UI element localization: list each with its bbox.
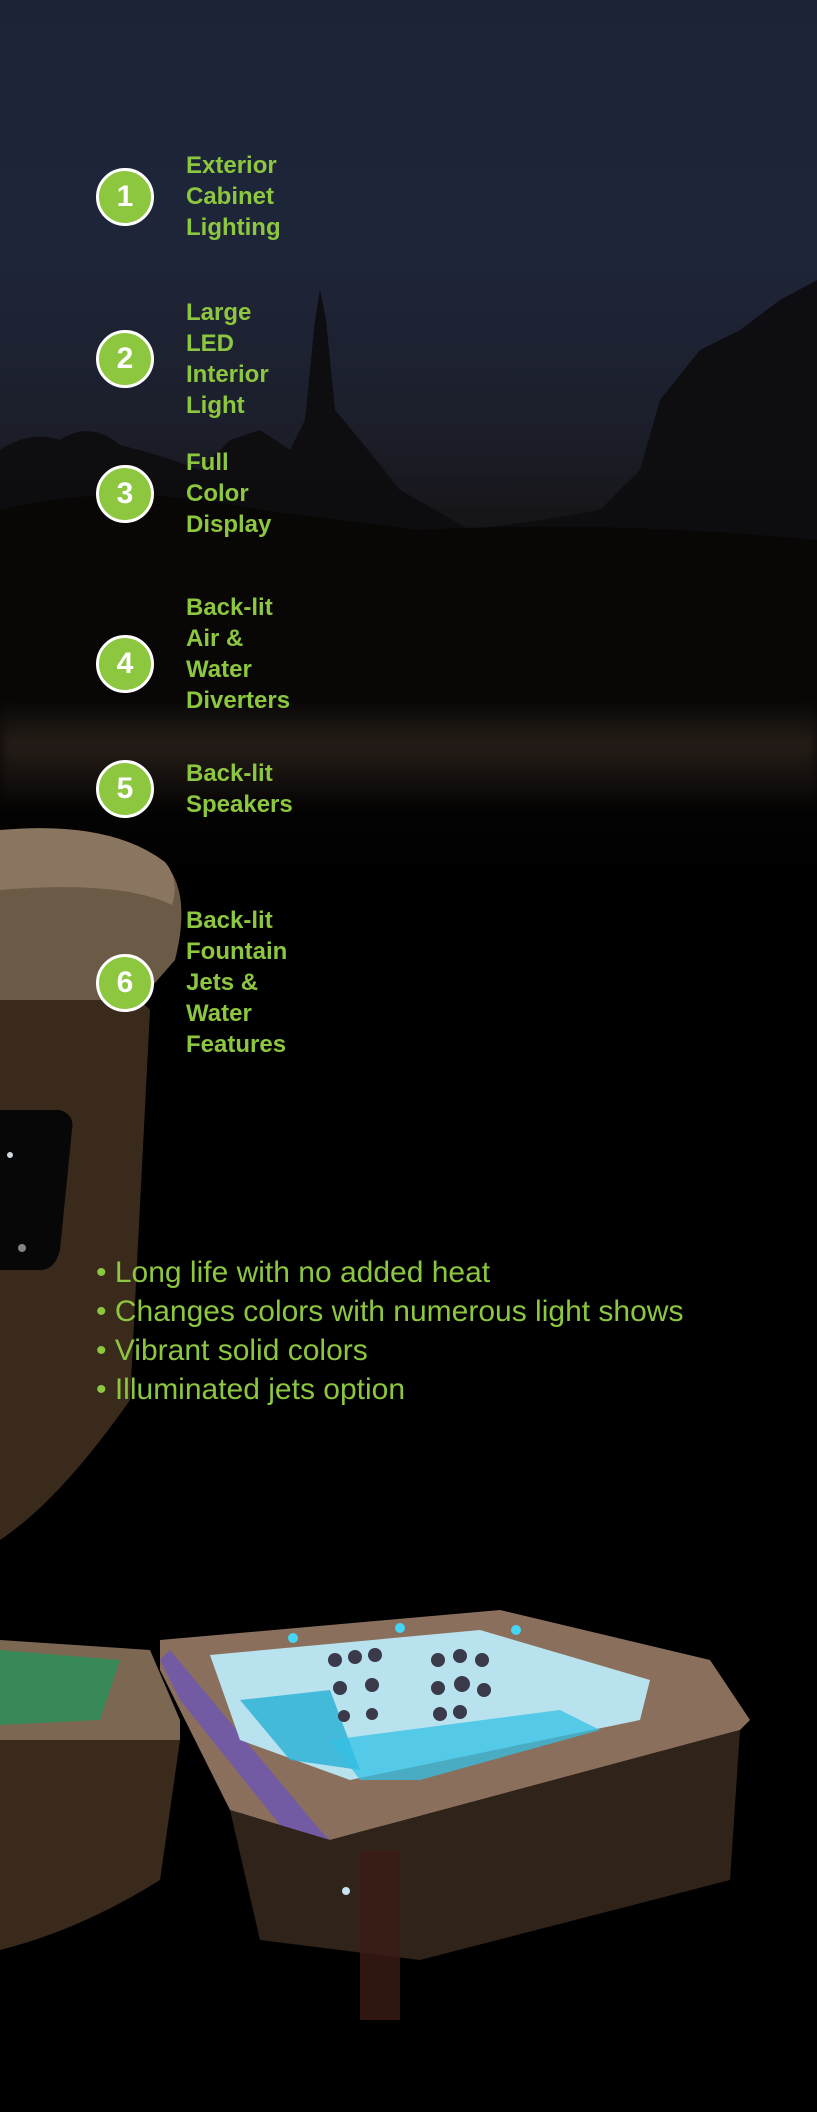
feature-item-2: 2 Large LED Interior Light: [96, 297, 269, 421]
feature-number-badge: 5: [96, 760, 154, 818]
feature-number-badge: 6: [96, 953, 154, 1012]
benefit-item: Long life with no added heat: [96, 1253, 683, 1292]
feature-item-3: 3 Full Color Display: [96, 447, 271, 540]
feature-label: Exterior Cabinet Lighting: [186, 152, 281, 241]
feature-label: Back-lit Speakers: [186, 760, 293, 818]
feature-number-badge: 2: [96, 330, 154, 388]
benefit-item: Vibrant solid colors: [96, 1331, 683, 1370]
feature-item-4: 4 Back-lit Air & Water Diverters: [96, 594, 290, 716]
benefit-item: Changes colors with numerous light shows: [96, 1292, 684, 1331]
benefits-list: Long life with no added heat Changes col…: [96, 1253, 684, 1409]
feature-label: Back-lit Air & Water Diverters: [186, 594, 291, 714]
feature-label: Large LED Interior Light: [186, 299, 269, 419]
feature-item-1: 1 Exterior Cabinet Lighting: [96, 150, 281, 243]
feature-label: Back-lit Fountain Jets & Water Features: [186, 907, 288, 1058]
feature-number-badge: 3: [96, 464, 154, 523]
feature-number-badge: 4: [96, 635, 154, 693]
benefit-item: Illuminated jets option: [96, 1370, 683, 1409]
feature-number-badge: 1: [96, 167, 154, 226]
feature-label: Full Color Display: [186, 449, 272, 538]
feature-item-6: 6 Back-lit Fountain Jets & Water Feature…: [96, 905, 287, 1060]
feature-item-5: 5 Back-lit Speakers: [96, 758, 293, 820]
